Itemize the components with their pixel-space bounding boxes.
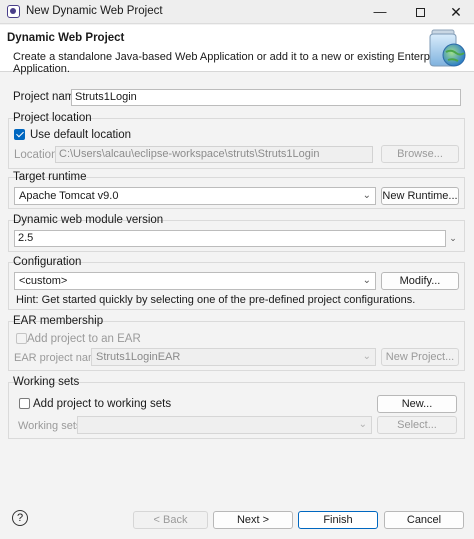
wizard-banner: Dynamic Web Project Create a standalone … — [0, 25, 474, 75]
use-default-location-label[interactable]: Use default location — [30, 129, 131, 141]
back-button[interactable]: < Back — [133, 511, 208, 529]
ear-project-select[interactable]: Struts1LoginEAR ⌄ — [91, 348, 376, 366]
chevron-down-icon: ⌄ — [362, 190, 371, 201]
cancel-button[interactable]: Cancel — [384, 511, 464, 529]
target-runtime-select[interactable]: Apache Tomcat v9.0 ⌄ — [14, 187, 376, 205]
working-sets-select[interactable]: ⌄ — [77, 416, 372, 434]
new-working-set-button[interactable]: New... — [377, 395, 457, 413]
configuration-select[interactable]: <custom> ⌄ — [14, 272, 376, 290]
wizard-page-title: Dynamic Web Project — [7, 32, 125, 44]
title-bar: New Dynamic Web Project — ✕ — [0, 0, 474, 24]
project-name-input[interactable]: Struts1Login — [71, 89, 461, 106]
module-version-group-label: Dynamic web module version — [13, 214, 164, 226]
target-runtime-group-label: Target runtime — [13, 171, 87, 183]
chevron-down-icon: ⌄ — [362, 275, 371, 286]
ear-membership-group-label: EAR membership — [13, 315, 104, 327]
use-default-location-checkbox[interactable] — [14, 129, 25, 140]
configuration-hint: Hint: Get started quickly by selecting o… — [16, 294, 416, 306]
ear-project-value: Struts1LoginEAR — [96, 351, 181, 363]
web-project-jar-icon — [429, 29, 466, 67]
chevron-down-icon: ⌄ — [362, 351, 371, 362]
maximize-button[interactable] — [400, 0, 440, 24]
new-runtime-button[interactable]: New Runtime... — [381, 187, 459, 205]
help-icon[interactable]: ? — [12, 510, 28, 526]
close-button[interactable]: ✕ — [436, 0, 474, 24]
chevron-down-icon: ⌄ — [358, 419, 367, 430]
add-to-ear-checkbox[interactable] — [16, 333, 27, 344]
location-label: Location: — [14, 149, 61, 161]
add-to-working-sets-checkbox[interactable] — [19, 398, 30, 409]
maximize-icon — [415, 8, 425, 18]
add-to-ear-label[interactable]: Add project to an EAR — [27, 333, 141, 345]
project-location-group-label: Project location — [13, 112, 92, 124]
location-input[interactable]: C:\Users\alcau\eclipse-workspace\struts\… — [55, 146, 373, 163]
working-sets-label: Working sets: — [18, 420, 85, 432]
next-button[interactable]: Next > — [213, 511, 293, 529]
select-working-sets-button[interactable]: Select... — [377, 416, 457, 434]
finish-button[interactable]: Finish — [298, 511, 378, 529]
modify-button[interactable]: Modify... — [381, 272, 459, 290]
configuration-group-label: Configuration — [13, 256, 82, 268]
add-to-working-sets-label[interactable]: Add project to working sets — [33, 398, 171, 410]
window-title: New Dynamic Web Project — [26, 5, 163, 17]
configuration-value: <custom> — [19, 275, 68, 287]
module-version-select[interactable]: 2.5 — [14, 230, 446, 247]
wizard-page-description: Create a standalone Java-based Web Appli… — [13, 51, 448, 75]
eclipse-app-icon — [7, 5, 20, 18]
target-runtime-value: Apache Tomcat v9.0 — [19, 190, 119, 202]
browse-button[interactable]: Browse... — [381, 145, 459, 163]
chevron-down-icon[interactable]: ⌄ — [446, 230, 460, 246]
working-sets-group-label: Working sets — [13, 376, 80, 388]
new-ear-project-button[interactable]: New Project... — [381, 348, 459, 366]
minimize-button[interactable]: — — [360, 0, 400, 24]
